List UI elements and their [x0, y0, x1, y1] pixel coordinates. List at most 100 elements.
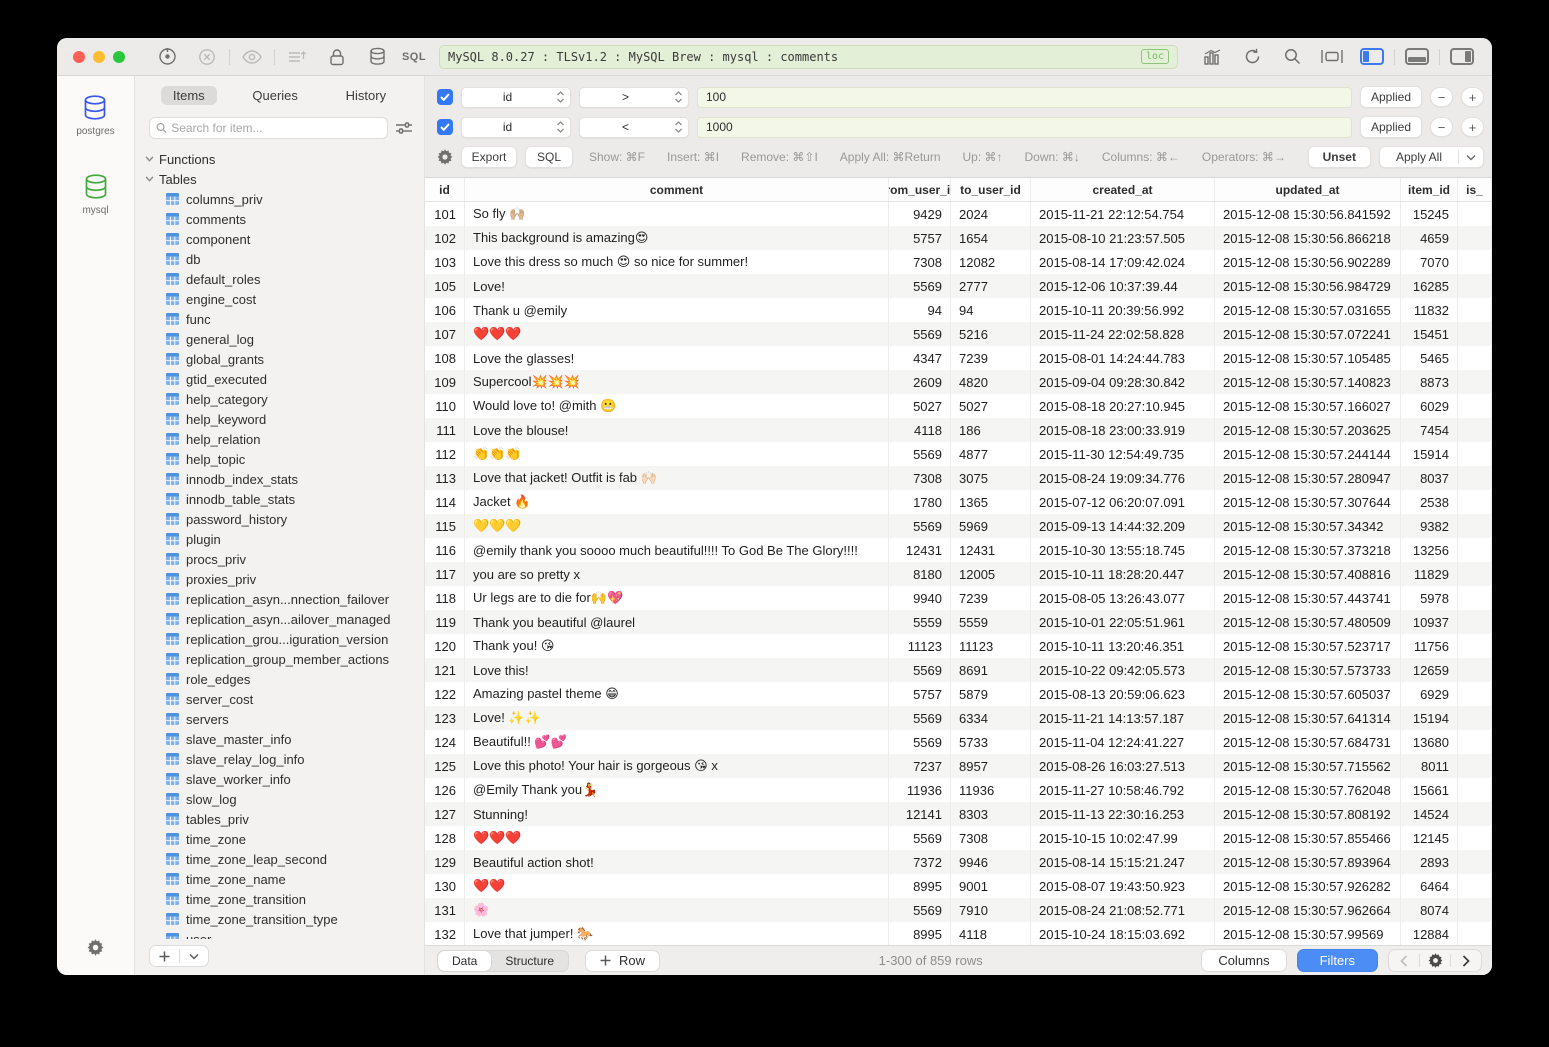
cell-comment[interactable]: Stunning!	[465, 802, 889, 826]
cell-created_at[interactable]: 2015-11-21 14:13:57.187	[1031, 706, 1215, 730]
cell-comment[interactable]: Love that jumper! 🐎	[465, 922, 889, 945]
cell-created_at[interactable]: 2015-08-18 23:00:33.919	[1031, 418, 1215, 442]
table-row[interactable]: 112👏👏👏556948772015-11-30 12:54:49.735201…	[425, 442, 1492, 466]
cell-to_user_id[interactable]: 7308	[951, 826, 1031, 850]
cell-id[interactable]: 102	[425, 226, 465, 250]
cell-created_at[interactable]: 2015-10-30 13:55:18.745	[1031, 538, 1215, 562]
cell-is[interactable]	[1458, 394, 1492, 418]
filter-column-select[interactable]: id	[461, 87, 571, 108]
cell-updated_at[interactable]: 2015-12-08 15:30:57.408816	[1215, 562, 1401, 586]
cell-is[interactable]	[1458, 682, 1492, 706]
cell-item_id[interactable]: 8074	[1401, 898, 1458, 922]
chevron-down-icon[interactable]	[1459, 154, 1483, 161]
cell-updated_at[interactable]: 2015-12-08 15:30:57.684731	[1215, 730, 1401, 754]
cell-item_id[interactable]: 15451	[1401, 322, 1458, 346]
cell-updated_at[interactable]: 2015-12-08 15:30:57.641314	[1215, 706, 1401, 730]
tree-group-functions[interactable]: Functions	[145, 149, 424, 169]
cell-updated_at[interactable]: 2015-12-08 15:30:57.166027	[1215, 394, 1401, 418]
cell-to_user_id[interactable]: 4820	[951, 370, 1031, 394]
cell-created_at[interactable]: 2015-08-24 21:08:52.771	[1031, 898, 1215, 922]
cell-from_user_id[interactable]: 5569	[889, 658, 951, 682]
cell-is[interactable]	[1458, 562, 1492, 586]
cell-updated_at[interactable]: 2015-12-08 15:30:56.866218	[1215, 226, 1401, 250]
unset-button[interactable]: Unset	[1308, 146, 1371, 168]
table-row[interactable]: 122Amazing pastel theme 😁575758792015-08…	[425, 682, 1492, 706]
cell-id[interactable]: 116	[425, 538, 465, 562]
minimize-window-button[interactable]	[93, 51, 105, 63]
cell-comment[interactable]: @Emily Thank you💃	[465, 778, 889, 802]
cell-from_user_id[interactable]: 5027	[889, 394, 951, 418]
database-icon[interactable]	[357, 45, 397, 69]
filter-enabled-checkbox[interactable]	[437, 119, 453, 135]
close-window-button[interactable]	[73, 51, 85, 63]
table-item-plugin[interactable]: plugin	[145, 529, 424, 549]
cell-updated_at[interactable]: 2015-12-08 15:30:57.280947	[1215, 466, 1401, 490]
cell-updated_at[interactable]: 2015-12-08 15:30:57.99569	[1215, 922, 1401, 945]
table-row[interactable]: 101So fly 🙌🏼942920242015-11-21 22:12:54.…	[425, 202, 1492, 226]
cell-updated_at[interactable]: 2015-12-08 15:30:57.715562	[1215, 754, 1401, 778]
cell-updated_at[interactable]: 2015-12-08 15:30:57.855466	[1215, 826, 1401, 850]
cell-from_user_id[interactable]: 5569	[889, 274, 951, 298]
cell-to_user_id[interactable]: 7239	[951, 586, 1031, 610]
cell-updated_at[interactable]: 2015-12-08 15:30:57.893964	[1215, 850, 1401, 874]
sidebar-tab-history[interactable]: History	[334, 86, 398, 105]
cell-from_user_id[interactable]: 12141	[889, 802, 951, 826]
add-filter-button[interactable]: +	[1461, 117, 1484, 137]
table-row[interactable]: 108Love the glasses!434772392015-08-01 1…	[425, 346, 1492, 370]
cell-item_id[interactable]: 15194	[1401, 706, 1458, 730]
cell-item_id[interactable]: 8873	[1401, 370, 1458, 394]
cell-is[interactable]	[1458, 826, 1492, 850]
cell-created_at[interactable]: 2015-10-01 22:05:51.961	[1031, 610, 1215, 634]
cell-id[interactable]: 126	[425, 778, 465, 802]
cell-created_at[interactable]: 2015-10-11 13:20:46.351	[1031, 634, 1215, 658]
table-row[interactable]: 127Stunning!1214183032015-11-13 22:30:16…	[425, 802, 1492, 826]
table-item-comments[interactable]: comments	[145, 209, 424, 229]
table-item-slow_log[interactable]: slow_log	[145, 789, 424, 809]
cell-is[interactable]	[1458, 226, 1492, 250]
cell-updated_at[interactable]: 2015-12-08 15:30:57.443741	[1215, 586, 1401, 610]
cell-to_user_id[interactable]: 12005	[951, 562, 1031, 586]
table-item-global_grants[interactable]: global_grants	[145, 349, 424, 369]
cell-from_user_id[interactable]: 5757	[889, 226, 951, 250]
cell-id[interactable]: 120	[425, 634, 465, 658]
cell-comment[interactable]: ❤️❤️❤️	[465, 826, 889, 850]
cell-updated_at[interactable]: 2015-12-08 15:30:57.762048	[1215, 778, 1401, 802]
cell-id[interactable]: 128	[425, 826, 465, 850]
table-row[interactable]: 120Thank you! 😘11123111232015-10-11 13:2…	[425, 634, 1492, 658]
cell-id[interactable]: 127	[425, 802, 465, 826]
cell-id[interactable]: 110	[425, 394, 465, 418]
table-row[interactable]: 119Thank you beautiful @laurel5559555920…	[425, 610, 1492, 634]
export-button[interactable]: Export	[461, 146, 517, 168]
add-item-button[interactable]	[149, 945, 209, 967]
cell-item_id[interactable]: 11832	[1401, 298, 1458, 322]
table-item-innodb_index_stats[interactable]: innodb_index_stats	[145, 469, 424, 489]
cell-from_user_id[interactable]: 5559	[889, 610, 951, 634]
table-row[interactable]: 116@emily thank you soooo much beautiful…	[425, 538, 1492, 562]
cell-item_id[interactable]: 12659	[1401, 658, 1458, 682]
cell-comment[interactable]: Amazing pastel theme 😁	[465, 682, 889, 706]
cell-is[interactable]	[1458, 778, 1492, 802]
cell-comment[interactable]: Thank u @emily	[465, 298, 889, 322]
cell-comment[interactable]: Love this!	[465, 658, 889, 682]
cell-id[interactable]: 103	[425, 250, 465, 274]
cell-from_user_id[interactable]: 5569	[889, 826, 951, 850]
cell-created_at[interactable]: 2015-08-26 16:03:27.513	[1031, 754, 1215, 778]
table-row[interactable]: 113Love that jacket! Outfit is fab 🙌🏻730…	[425, 466, 1492, 490]
cell-to_user_id[interactable]: 7910	[951, 898, 1031, 922]
cell-item_id[interactable]: 14524	[1401, 802, 1458, 826]
table-item-proxies_priv[interactable]: proxies_priv	[145, 569, 424, 589]
table-item-slave_relay_log_info[interactable]: slave_relay_log_info	[145, 749, 424, 769]
sidebar-tab-queries[interactable]: Queries	[240, 86, 310, 105]
cell-id[interactable]: 109	[425, 370, 465, 394]
table-row[interactable]: 118Ur legs are to die for🙌💖994072392015-…	[425, 586, 1492, 610]
cell-comment[interactable]: Supercool💥💥💥	[465, 370, 889, 394]
cell-to_user_id[interactable]: 8691	[951, 658, 1031, 682]
table-row[interactable]: 126@Emily Thank you💃11936119362015-11-27…	[425, 778, 1492, 802]
cell-updated_at[interactable]: 2015-12-08 15:30:57.140823	[1215, 370, 1401, 394]
cell-id[interactable]: 130	[425, 874, 465, 898]
cell-comment[interactable]: ❤️❤️	[465, 874, 889, 898]
cell-created_at[interactable]: 2015-08-18 20:27:10.945	[1031, 394, 1215, 418]
cell-updated_at[interactable]: 2015-12-08 15:30:57.573733	[1215, 658, 1401, 682]
cell-created_at[interactable]: 2015-11-30 12:54:49.735	[1031, 442, 1215, 466]
cell-updated_at[interactable]: 2015-12-08 15:30:57.307644	[1215, 490, 1401, 514]
